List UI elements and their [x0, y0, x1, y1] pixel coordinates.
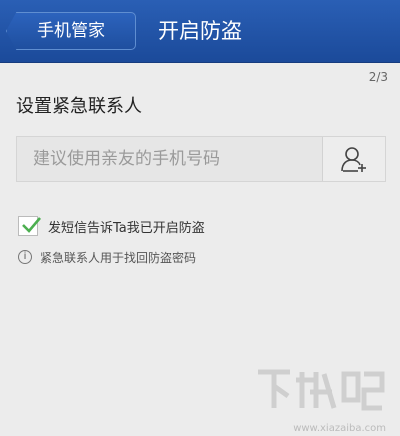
info-note-text: 紧急联系人用于找回防盗密码 [40, 250, 197, 265]
phone-input-group [16, 136, 386, 182]
page-title: 开启防盗 [158, 19, 242, 43]
checkmark-icon [22, 217, 41, 233]
watermark-url: www.xiazaiba.com [293, 423, 386, 434]
watermark-logo [254, 364, 386, 416]
info-note: i 紧急联系人用于找回防盗密码 [18, 247, 196, 267]
section-title: 设置紧急联系人 [16, 96, 142, 117]
select-contact-button[interactable] [322, 137, 385, 181]
sms-notify-label: 发短信告诉Ta我已开启防盗 [48, 220, 205, 236]
title-bar: 手机管家 开启防盗 [0, 0, 400, 63]
sms-notify-checkbox[interactable] [18, 216, 41, 236]
back-button[interactable]: 手机管家 [6, 12, 136, 50]
step-indicator: 2/3 [368, 70, 388, 84]
phone-number-input[interactable] [17, 137, 323, 181]
add-contact-icon [341, 147, 366, 172]
info-icon: i [18, 250, 32, 264]
sms-notify-option[interactable]: 发短信告诉Ta我已开启防盗 [18, 214, 205, 238]
